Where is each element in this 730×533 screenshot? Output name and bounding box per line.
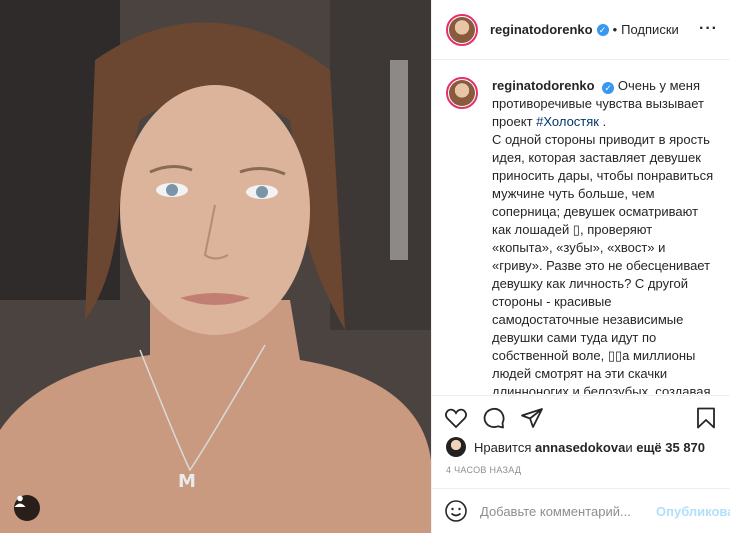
caption-username[interactable]: reginatodorenko [492, 78, 595, 93]
caption-verified-badge-icon: ✓ [602, 82, 615, 94]
bookmark-icon[interactable] [694, 406, 718, 430]
svg-text:M: M [178, 471, 196, 492]
following-button[interactable]: Подписки [621, 22, 679, 37]
likes-middle: и [625, 439, 633, 455]
post-timestamp[interactable]: 4 часов назад [446, 465, 521, 475]
comment-form: Опубликовать [432, 488, 730, 533]
author-username[interactable]: reginatodorenko [490, 22, 593, 37]
caption-text-block: reginatodorenko ✓ Очень у меня противоре… [492, 77, 714, 394]
heart-icon[interactable] [444, 406, 468, 430]
post-side-panel: reginatodorenko ✓ • Подписки ··· reginat… [431, 0, 730, 533]
post-photo[interactable]: M [0, 0, 431, 533]
author-avatar[interactable] [446, 13, 478, 46]
verified-badge-icon: ✓ [596, 23, 609, 36]
emoji-icon[interactable] [444, 499, 468, 523]
caption-after-hashtag: . [598, 114, 607, 129]
caption-avatar[interactable] [446, 77, 478, 109]
portrait-image: M [0, 0, 431, 533]
hashtag-link[interactable]: #Холостяк [536, 114, 599, 129]
separator-dot: • [612, 22, 618, 37]
likes-summary: Нравится annasedokova и ещё 35 870 [446, 437, 716, 457]
liker-username[interactable]: annasedokova [535, 440, 625, 455]
user-tag-button[interactable] [14, 495, 40, 521]
action-bar [432, 395, 730, 439]
publish-button[interactable]: Опубликовать [656, 504, 730, 519]
share-icon[interactable] [520, 406, 544, 430]
caption-scrollbar[interactable] [721, 62, 727, 392]
comment-input[interactable] [480, 503, 656, 519]
likes-count-link[interactable]: ещё 35 870 [636, 440, 705, 455]
liker-avatar[interactable] [446, 437, 466, 457]
more-options-icon[interactable]: ··· [699, 20, 718, 38]
caption-body: С одной стороны приводит в ярость идея, … [492, 132, 714, 394]
user-tag-icon [14, 495, 26, 507]
comment-icon[interactable] [482, 406, 506, 430]
likes-prefix: Нравится [474, 439, 532, 455]
caption-section[interactable]: reginatodorenko ✓ Очень у меня противоре… [432, 61, 730, 394]
post-header: reginatodorenko ✓ • Подписки ··· [432, 0, 730, 60]
